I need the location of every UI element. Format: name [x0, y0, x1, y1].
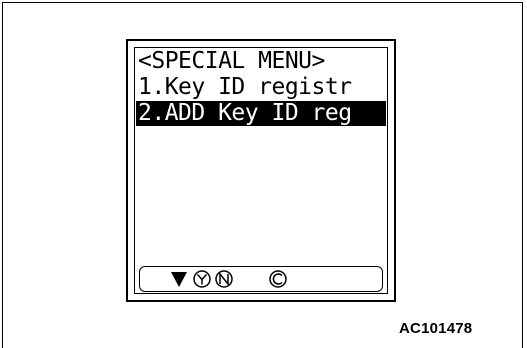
y-key-icon[interactable] — [192, 270, 212, 288]
c-key-icon[interactable] — [268, 270, 288, 288]
down-arrow-icon[interactable] — [170, 270, 188, 288]
softkey-bar — [139, 266, 383, 292]
menu-item-key-id-registration[interactable]: 1.Key ID registr — [138, 75, 384, 100]
tester-display: <SPECIAL MENU> 1.Key ID registr 2.ADD Ke… — [126, 39, 396, 302]
menu-title: <SPECIAL MENU> — [138, 49, 325, 74]
display-inner: <SPECIAL MENU> 1.Key ID registr 2.ADD Ke… — [134, 47, 388, 294]
menu-item-add-key-id-registration[interactable]: 2.ADD Key ID reg — [136, 101, 386, 126]
figure-code: AC101478 — [399, 320, 473, 337]
n-key-icon[interactable] — [214, 270, 234, 288]
